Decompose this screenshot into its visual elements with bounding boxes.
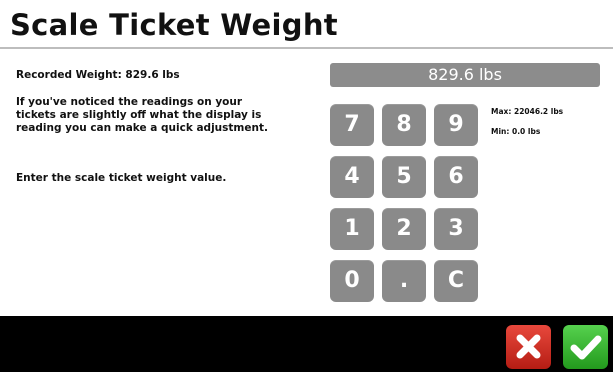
- key-4[interactable]: 4: [330, 156, 374, 198]
- key-1[interactable]: 1: [330, 208, 374, 250]
- key-6[interactable]: 6: [434, 156, 478, 198]
- notice-line-3: reading you can make a quick adjustment.: [16, 122, 268, 134]
- notice-text: If you've noticed the readings on your t…: [16, 96, 316, 135]
- key-3[interactable]: 3: [434, 208, 478, 250]
- confirm-button[interactable]: [563, 325, 608, 369]
- min-weight-label: Min: 0.0 lbs: [491, 127, 541, 136]
- key-decimal[interactable]: .: [382, 260, 426, 302]
- instruction-text: Enter the scale ticket weight value.: [16, 172, 227, 184]
- checkmark-icon: [570, 335, 602, 360]
- key-7[interactable]: 7: [330, 104, 374, 146]
- key-8[interactable]: 8: [382, 104, 426, 146]
- weight-value-display[interactable]: 829.6 lbs: [330, 63, 600, 87]
- key-9[interactable]: 9: [434, 104, 478, 146]
- max-weight-label: Max: 22046.2 lbs: [491, 107, 564, 116]
- key-0[interactable]: 0: [330, 260, 374, 302]
- key-clear[interactable]: C: [434, 260, 478, 302]
- title-divider: [0, 47, 613, 49]
- key-2[interactable]: 2: [382, 208, 426, 250]
- cancel-button[interactable]: [506, 325, 551, 369]
- content-panel: Scale Ticket Weight Recorded Weight: 829…: [0, 0, 613, 316]
- x-icon: [516, 334, 541, 359]
- screen: Scale Ticket Weight Recorded Weight: 829…: [0, 0, 613, 372]
- page-title: Scale Ticket Weight: [10, 8, 338, 42]
- key-5[interactable]: 5: [382, 156, 426, 198]
- notice-line-1: If you've noticed the readings on your: [16, 96, 243, 108]
- recorded-weight-label: Recorded Weight: 829.6 lbs: [16, 69, 180, 81]
- notice-line-2: tickets are slightly off what the displa…: [16, 109, 262, 121]
